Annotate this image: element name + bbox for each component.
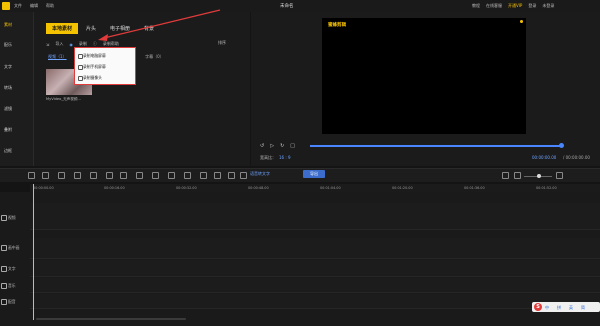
- menu-file[interactable]: 文件: [14, 3, 22, 9]
- export-button[interactable]: 导出: [303, 170, 325, 178]
- ime-item[interactable]: 英: [569, 305, 573, 311]
- total-time: / 00:00:00.00: [563, 155, 590, 160]
- track-text[interactable]: [30, 260, 600, 277]
- ruler-tick: 00:01:36.00: [464, 186, 485, 190]
- timeline-scrollbar[interactable]: [36, 318, 186, 320]
- title-right-menu: 教程 在线客服 开通VIP 登录 未登录: [472, 3, 560, 9]
- sidebar-item-overlay[interactable]: 叠附: [4, 127, 12, 133]
- mosaic-icon[interactable]: [152, 172, 159, 179]
- ratio-select[interactable]: 16 : 9: [279, 155, 291, 160]
- speech-icon[interactable]: [240, 172, 247, 179]
- play-icon[interactable]: ▷: [270, 143, 274, 149]
- ime-item[interactable]: 简: [581, 305, 585, 311]
- pip-icon: [1, 245, 7, 251]
- playback-progress[interactable]: [310, 145, 562, 147]
- canvas-handle[interactable]: [520, 20, 523, 23]
- redo-icon[interactable]: [42, 172, 49, 179]
- crop-icon[interactable]: [90, 172, 97, 179]
- track-music[interactable]: [30, 278, 600, 293]
- audio-edit-icon[interactable]: [214, 172, 221, 179]
- ime-logo-icon[interactable]: S: [534, 303, 542, 311]
- mute-icon[interactable]: [200, 172, 207, 179]
- main-menu: 文件 编辑 帮助: [14, 3, 62, 9]
- ime-item[interactable]: 拼: [557, 305, 561, 311]
- ruler-tick: 00:01:52.00: [536, 186, 557, 190]
- tutorial-link[interactable]: 教程: [472, 3, 480, 9]
- ime-toolbar: 中 拼 英 简: [532, 302, 600, 312]
- login-link[interactable]: 登录: [528, 3, 536, 9]
- ime-item[interactable]: 中: [545, 305, 549, 311]
- sidebar-item-border[interactable]: 边框: [4, 148, 12, 154]
- track-video[interactable]: [30, 203, 600, 230]
- subtab-video[interactable]: 视频（1）: [48, 54, 67, 60]
- menu-edit[interactable]: 编辑: [30, 3, 38, 9]
- app-logo: [2, 2, 10, 10]
- split-icon[interactable]: [74, 172, 81, 179]
- sidebar-item-music[interactable]: 配乐: [4, 42, 12, 48]
- preview-canvas: [322, 18, 526, 134]
- record-dropdown: 录制电脑屏幕 录制手机屏幕 录制摄像头: [74, 47, 136, 85]
- window-title: 未命名: [280, 4, 294, 9]
- ruler-tick: 00:01:20.00: [392, 186, 413, 190]
- playhead[interactable]: [33, 184, 34, 320]
- ruler-tick: 00:00:32.00: [176, 186, 197, 190]
- color-icon[interactable]: [228, 172, 235, 179]
- subtab-subtitle[interactable]: 字幕（0）: [145, 54, 164, 60]
- freeze-icon[interactable]: [168, 172, 175, 179]
- zoom-out-icon[interactable]: [514, 172, 521, 179]
- fit-icon[interactable]: [502, 172, 509, 179]
- current-time: 00:00:00.00: [532, 155, 557, 160]
- music-icon: [1, 283, 7, 289]
- video-icon: [1, 215, 7, 221]
- sidebar-item-transition[interactable]: 转场: [4, 85, 12, 91]
- sidebar-item-filter[interactable]: 滤镜: [4, 106, 12, 112]
- import-icon[interactable]: ⇲: [46, 42, 49, 47]
- zoom-in-icon[interactable]: [556, 172, 563, 179]
- delete-icon[interactable]: [58, 172, 65, 179]
- record-icon[interactable]: ◉: [69, 42, 73, 47]
- track-label-pip: 画中画: [8, 245, 20, 250]
- track-label-video: 视频: [8, 215, 16, 220]
- track-label-text: 文字: [8, 266, 16, 271]
- tab-local-media[interactable]: 本地素材: [46, 23, 79, 34]
- playback-controls: ↺ ▷ ↻ □: [260, 143, 301, 149]
- ruler-tick: 00:00:48.00: [248, 186, 269, 190]
- annotation-arrow: [98, 9, 221, 41]
- speed-icon[interactable]: [136, 172, 143, 179]
- text-tool-icon[interactable]: [120, 172, 127, 179]
- support-link[interactable]: 在线客服: [486, 3, 502, 9]
- track-voice[interactable]: [30, 294, 600, 309]
- text-icon: [1, 266, 7, 272]
- track-pip[interactable]: [30, 238, 600, 259]
- copy-icon[interactable]: [106, 172, 113, 179]
- video-thumbnail-label: MyVideo_无声视频...: [46, 97, 81, 101]
- undo-icon[interactable]: [28, 172, 35, 179]
- track-label-music: 音乐: [8, 283, 16, 288]
- record-screen-option[interactable]: 录制电脑屏幕: [83, 53, 106, 59]
- track-label-voice: 配音: [8, 299, 16, 304]
- record-phone-option[interactable]: 录制手机屏幕: [83, 64, 106, 70]
- zoom-slider-knob[interactable]: [537, 174, 541, 178]
- menu-help[interactable]: 帮助: [46, 3, 54, 9]
- ruler-tick: 00:01:04.00: [320, 186, 341, 190]
- brand-watermark: 蜜蜂剪辑: [328, 23, 346, 28]
- ruler-tick: 00:00:00.00: [33, 186, 54, 190]
- record-camera-option[interactable]: 录制摄像头: [83, 75, 102, 81]
- sidebar-item-text[interactable]: 文字: [4, 64, 12, 70]
- user-status: 未登录: [542, 3, 555, 8]
- forward-icon[interactable]: ↻: [280, 143, 284, 149]
- ratio-label: 宽高比：: [260, 155, 276, 160]
- progress-knob[interactable]: [559, 143, 564, 148]
- sidebar-item-material[interactable]: 素材: [4, 22, 12, 28]
- import-button[interactable]: 导入: [55, 41, 63, 47]
- vip-button[interactable]: 开通VIP: [508, 3, 522, 9]
- rewind-icon[interactable]: ↺: [260, 143, 264, 149]
- ruler-tick: 00:00:16.00: [104, 186, 125, 190]
- speech-to-text-button[interactable]: 语音转文字: [250, 171, 270, 177]
- stop-icon[interactable]: □: [290, 143, 295, 149]
- zoom-tool-icon[interactable]: [184, 172, 191, 179]
- mic-icon: [1, 299, 7, 305]
